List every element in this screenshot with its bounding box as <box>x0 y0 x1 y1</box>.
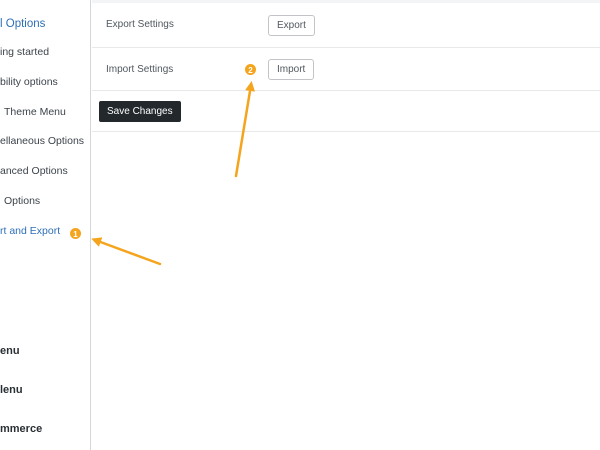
import-button[interactable]: Import <box>268 59 315 80</box>
annotation-badge-2: 2 <box>244 63 257 76</box>
sidebar-item-options[interactable]: Options <box>4 191 40 211</box>
save-row: Save Changes <box>92 91 600 132</box>
sidebar-item-woocommerce[interactable]: mmerce <box>0 419 42 439</box>
settings-panel: Export Settings Export Import Settings I… <box>92 0 600 450</box>
sidebar: l Options ing started bility options The… <box>0 0 91 450</box>
annotation-badge-1: 1 <box>69 227 82 240</box>
sidebar-item-submenu[interactable]: lenu <box>0 380 23 400</box>
sidebar-item-getting-started[interactable]: ing started <box>0 42 49 62</box>
sidebar-item-miscellaneous-options[interactable]: ellaneous Options <box>0 131 84 151</box>
sidebar-item-menu[interactable]: enu <box>0 341 20 361</box>
sidebar-item-theme-menu[interactable]: Theme Menu <box>4 102 66 122</box>
page: l Options ing started bility options The… <box>0 0 600 450</box>
import-settings-row: Import Settings Import <box>92 48 600 91</box>
export-button[interactable]: Export <box>268 15 315 36</box>
sidebar-item-general-options[interactable]: l Options <box>0 14 45 34</box>
export-settings-label: Export Settings <box>106 19 174 30</box>
import-settings-label: Import Settings <box>106 64 174 75</box>
sidebar-item-visibility-options[interactable]: bility options <box>0 72 58 92</box>
save-changes-button[interactable]: Save Changes <box>99 101 181 122</box>
sidebar-item-advanced-options[interactable]: anced Options <box>0 161 68 181</box>
export-settings-row: Export Settings Export <box>92 3 600 48</box>
sidebar-item-import-and-export[interactable]: rt and Export <box>0 221 60 241</box>
